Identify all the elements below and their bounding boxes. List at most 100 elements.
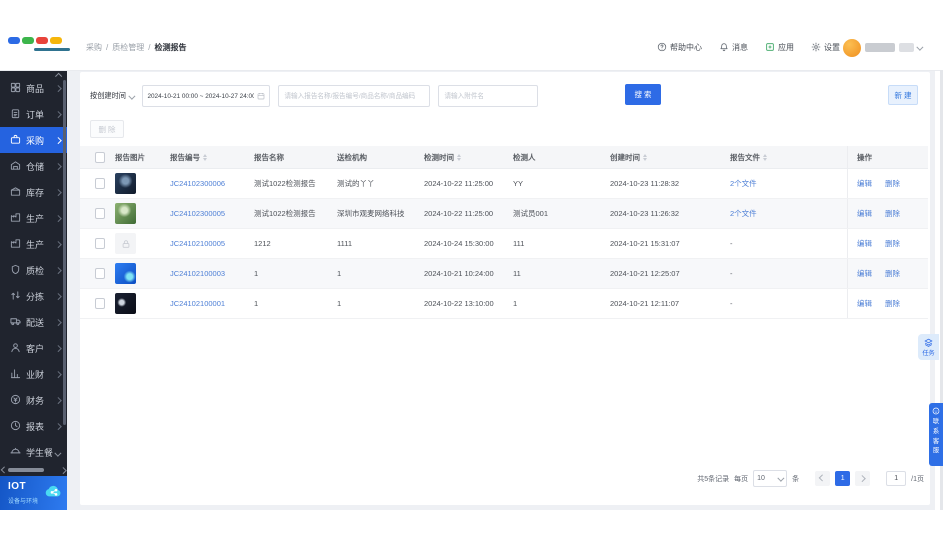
sidebar-item-quality[interactable]: 质检	[0, 257, 67, 283]
chevron-right-icon	[54, 214, 61, 222]
chevron-right-icon	[54, 136, 61, 144]
app-screen: 采购 / 质检管理 / 检测报告 帮助中心 消息 应用 设置 商品 订单 采购 仓储 库存 生产…	[0, 0, 943, 542]
page-jump-input[interactable]	[886, 471, 907, 486]
search-button[interactable]: 搜 索	[625, 84, 661, 105]
sort-icon[interactable]	[643, 153, 647, 161]
report-files-link[interactable]: 2个文件	[730, 178, 757, 189]
next-page-button[interactable]	[855, 471, 871, 486]
tester: YY	[513, 179, 524, 188]
edit-link[interactable]: 编辑	[857, 208, 872, 219]
sidebar-item-purchase[interactable]: 采购	[0, 127, 67, 153]
delete-link[interactable]: 删除	[885, 298, 900, 309]
user-name-redacted	[899, 43, 914, 52]
sidebar-item-report[interactable]: 报表	[0, 413, 67, 439]
time-type-label: 按创建时间	[90, 91, 126, 100]
date-range-input[interactable]: 2024-10-21 00:00 ~ 2024-10-27 24:00	[142, 85, 271, 107]
logo-pills	[8, 37, 76, 44]
user-area[interactable]	[843, 25, 924, 70]
row-checkbox[interactable]	[95, 268, 105, 279]
tester: 1	[513, 299, 518, 308]
per-page-select[interactable]: 10	[753, 470, 788, 487]
column-header[interactable]: 创建时间	[610, 152, 730, 163]
page-1-button[interactable]: 1	[835, 471, 851, 486]
report-image[interactable]	[115, 173, 136, 194]
sidebar-item-label: 学生餐	[26, 447, 54, 458]
select-all-checkbox[interactable]	[95, 151, 105, 163]
breadcrumb-item[interactable]: 质检管理	[112, 42, 144, 53]
chevron-right-icon	[54, 422, 61, 430]
pagination: 共5条记录 每页 10 条 1 /1页	[697, 470, 924, 487]
report-search-input[interactable]	[278, 85, 431, 107]
delete-link[interactable]: 删除	[885, 268, 900, 279]
row-checkbox[interactable]	[95, 298, 105, 309]
column-header[interactable]: 报告文件	[730, 152, 847, 163]
time-type-select[interactable]: 按创建时间	[90, 91, 136, 101]
column-header: 操作	[847, 146, 914, 168]
report-image[interactable]	[115, 293, 136, 314]
customer-service-widget[interactable]: 联系客服	[929, 403, 943, 466]
header-menu-help[interactable]: 帮助中心	[657, 42, 702, 54]
edit-link[interactable]: 编辑	[857, 238, 872, 249]
attachment-search-input[interactable]	[438, 85, 539, 107]
per-page-prefix: 每页	[734, 475, 749, 483]
report-image[interactable]	[115, 203, 136, 224]
header-menu-gear[interactable]: 设置	[811, 42, 840, 54]
sidebar-horizontal-scrollbar[interactable]	[0, 466, 67, 474]
report-name: 测试1022检测报告	[254, 179, 316, 188]
tasks-widget[interactable]: 任务	[918, 334, 939, 360]
column-header[interactable]: 报告编号	[170, 152, 254, 163]
sidebar-item-finance[interactable]: 财务	[0, 387, 67, 413]
sort-icon[interactable]	[763, 153, 767, 161]
scrollbar-thumb[interactable]	[8, 468, 44, 472]
row-checkbox[interactable]	[95, 178, 105, 189]
user-name-redacted	[865, 43, 895, 52]
sidebar-vertical-scrollbar[interactable]	[63, 80, 66, 425]
report-name: 测试1022检测报告	[254, 209, 316, 218]
sort-icon[interactable]	[203, 153, 207, 161]
created-time: 2024-10-23 11:28:32	[610, 179, 680, 188]
report-image[interactable]	[115, 263, 136, 284]
edit-link[interactable]: 编辑	[857, 298, 872, 309]
sidebar-item-production[interactable]: 生产	[0, 231, 67, 257]
report-files-empty: -	[730, 239, 733, 248]
delete-link[interactable]: 删除	[885, 178, 900, 189]
header-menu-apps[interactable]: 应用	[765, 42, 794, 54]
new-button[interactable]: 新 建	[888, 85, 918, 105]
sidebar-item-warehouse[interactable]: 仓储	[0, 153, 67, 179]
column-header: 报告名称	[254, 152, 284, 162]
sidebar-item-order[interactable]: 订单	[0, 101, 67, 127]
purchase-icon	[10, 134, 21, 147]
column-header[interactable]: 检测时间	[424, 152, 513, 163]
row-checkbox[interactable]	[95, 238, 105, 249]
sidebar-item-inventory[interactable]: 库存	[0, 179, 67, 205]
logo-swoosh	[34, 48, 70, 51]
scroll-left-icon[interactable]	[1, 466, 8, 474]
edit-link[interactable]: 编辑	[857, 178, 872, 189]
scroll-right-icon[interactable]	[59, 466, 66, 474]
report-number-link[interactable]: JC24102300006	[170, 179, 225, 188]
sidebar-item-customer[interactable]: 客户	[0, 335, 67, 361]
iot-banner[interactable]: IOT 设备与环境	[0, 476, 67, 510]
sort-icon[interactable]	[457, 153, 461, 161]
edit-link[interactable]: 编辑	[857, 268, 872, 279]
report-number-link[interactable]: JC24102100005	[170, 239, 225, 248]
sidebar-item-sorting[interactable]: 分拣	[0, 283, 67, 309]
sidebar-item-production[interactable]: 生产	[0, 205, 67, 231]
row-checkbox[interactable]	[95, 208, 105, 219]
bulk-delete-button[interactable]: 删 除	[90, 120, 124, 138]
delete-link[interactable]: 删除	[885, 238, 900, 249]
sidebar-item-delivery[interactable]: 配送	[0, 309, 67, 335]
delete-link[interactable]: 删除	[885, 208, 900, 219]
chevron-right-icon	[54, 370, 61, 378]
report-number-link[interactable]: JC24102100001	[170, 299, 225, 308]
sidebar-item-bizfinance[interactable]: 业财	[0, 361, 67, 387]
sidebar-item-label: 订单	[26, 109, 45, 120]
header-menu-bell[interactable]: 消息	[719, 42, 748, 54]
avatar[interactable]	[843, 38, 861, 57]
report-number-link[interactable]: JC24102300005	[170, 209, 225, 218]
prev-page-button[interactable]	[815, 471, 831, 486]
report-files-link[interactable]: 2个文件	[730, 208, 757, 219]
breadcrumb-item[interactable]: 采购	[86, 42, 102, 53]
report-number-link[interactable]: JC24102100003	[170, 269, 225, 278]
report-image[interactable]	[115, 233, 136, 254]
